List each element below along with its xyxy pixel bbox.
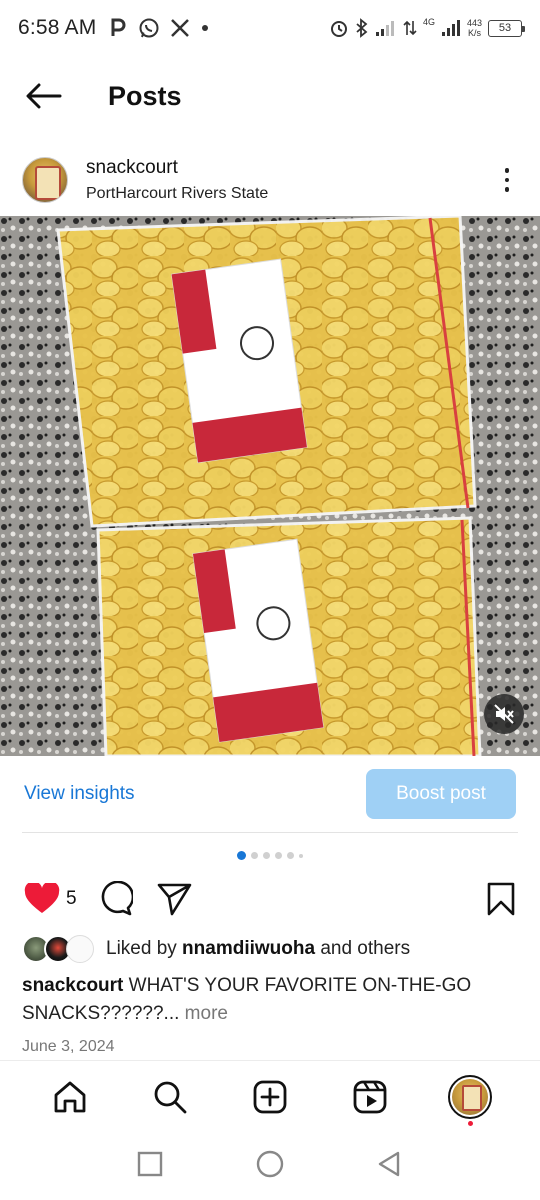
comment-icon (101, 881, 133, 916)
whatsapp-icon (139, 18, 159, 38)
create-icon (253, 1080, 287, 1113)
avatar (66, 935, 94, 963)
boost-post-button[interactable]: Boost post (366, 769, 516, 819)
carousel-dot-active (237, 851, 246, 860)
x-icon (171, 19, 190, 37)
arrow-left-icon (26, 83, 62, 109)
recents-square-icon (137, 1151, 162, 1176)
nav-create[interactable] (245, 1072, 295, 1122)
more-vertical-icon-dot (504, 177, 510, 183)
post-caption: snackcourt WHAT'S YOUR FAVORITE ON-THE-G… (22, 972, 512, 1028)
system-back-button[interactable] (376, 1150, 404, 1183)
engagement-row: 5 (0, 876, 540, 922)
bluetooth-icon (356, 18, 368, 38)
nav-home[interactable] (45, 1072, 95, 1122)
bottom-nav (0, 1060, 540, 1132)
liked-by-user[interactable]: nnamdiiwuoha (182, 938, 315, 959)
nav-reels[interactable] (345, 1072, 395, 1122)
caption-ellipsis: ... (163, 1003, 180, 1024)
alarm-icon (330, 21, 347, 37)
caption-username[interactable]: snackcourt (22, 975, 123, 996)
post-meta: snackcourt PortHarcourt Rivers State (86, 157, 268, 203)
nav-profile[interactable] (445, 1072, 495, 1126)
signal-icon-1 (375, 21, 394, 36)
liked-by-row[interactable]: Liked by nnamdiiwuoha and others (22, 934, 410, 964)
liked-by-text: Liked by nnamdiiwuoha and others (106, 938, 410, 960)
system-home-button[interactable] (255, 1149, 285, 1184)
back-triangle-icon (379, 1151, 400, 1176)
battery-indicator: 53 (488, 19, 525, 37)
reels-icon (353, 1080, 387, 1113)
liked-by-prefix: Liked by (106, 938, 183, 959)
status-time: 6:58 AM (18, 16, 97, 39)
user-avatar[interactable] (22, 157, 68, 203)
comment-button[interactable] (97, 881, 133, 917)
heart-icon (24, 883, 60, 913)
post-username[interactable]: snackcourt (86, 157, 268, 179)
liked-by-suffix: and others (315, 938, 411, 959)
carousel-dot (275, 852, 282, 859)
save-button[interactable] (486, 882, 516, 916)
carousel-dot (299, 853, 303, 858)
carousel-indicator (0, 851, 540, 860)
network-speed-value: 443 (466, 18, 482, 28)
avatar (452, 1078, 488, 1115)
parking-icon (111, 18, 126, 36)
view-insights-link[interactable]: View insights (24, 783, 135, 805)
liker-avatars (22, 935, 96, 963)
like-count[interactable]: 5 (66, 888, 77, 910)
notification-dot (467, 1120, 473, 1126)
status-right: 4G 443 K/s 53 (329, 17, 525, 38)
divider (22, 832, 518, 833)
carousel-dot (263, 852, 270, 859)
like-button[interactable] (24, 883, 60, 915)
status-bar: 6:58 AM 4G 443 K/s 53 (0, 0, 540, 56)
recents-button[interactable] (136, 1150, 164, 1183)
carousel-dot (251, 852, 258, 859)
bookmark-icon (487, 882, 515, 916)
network-speed: 443 K/s (467, 18, 482, 38)
post-date: June 3, 2024 (22, 1038, 115, 1055)
home-icon (54, 1081, 86, 1112)
video-muted-icon (494, 704, 514, 724)
post-media[interactable] (0, 216, 540, 756)
home-circle-icon (256, 1150, 284, 1177)
data-arrows-icon (403, 20, 417, 36)
nav-search[interactable] (145, 1072, 195, 1122)
back-button[interactable] (14, 66, 74, 126)
more-vertical-icon-dot (504, 187, 510, 192)
profile-avatar (448, 1074, 492, 1119)
system-nav-bar (0, 1132, 540, 1200)
post-location[interactable]: PortHarcourt Rivers State (86, 185, 268, 203)
app-header: Posts (0, 66, 540, 126)
post-photo (0, 216, 540, 756)
more-vertical-icon-dot (504, 168, 510, 173)
network-type: 4G (422, 17, 435, 27)
search-icon (154, 1081, 187, 1113)
mute-toggle-button[interactable] (484, 694, 524, 734)
signal-icon-2 (441, 20, 460, 36)
caption-more-link[interactable]: more (179, 1003, 228, 1024)
page-title: Posts (108, 80, 182, 111)
network-speed-unit: K/s (467, 28, 481, 38)
status-left-icons (110, 17, 210, 39)
dot-icon (202, 25, 209, 31)
more-options-button[interactable] (492, 160, 522, 200)
post-header: snackcourt PortHarcourt Rivers State (0, 148, 540, 212)
carousel-dot (287, 852, 294, 859)
share-button[interactable] (157, 882, 193, 916)
post-owner-actions: View insights Boost post (0, 766, 540, 822)
send-icon (157, 883, 191, 916)
